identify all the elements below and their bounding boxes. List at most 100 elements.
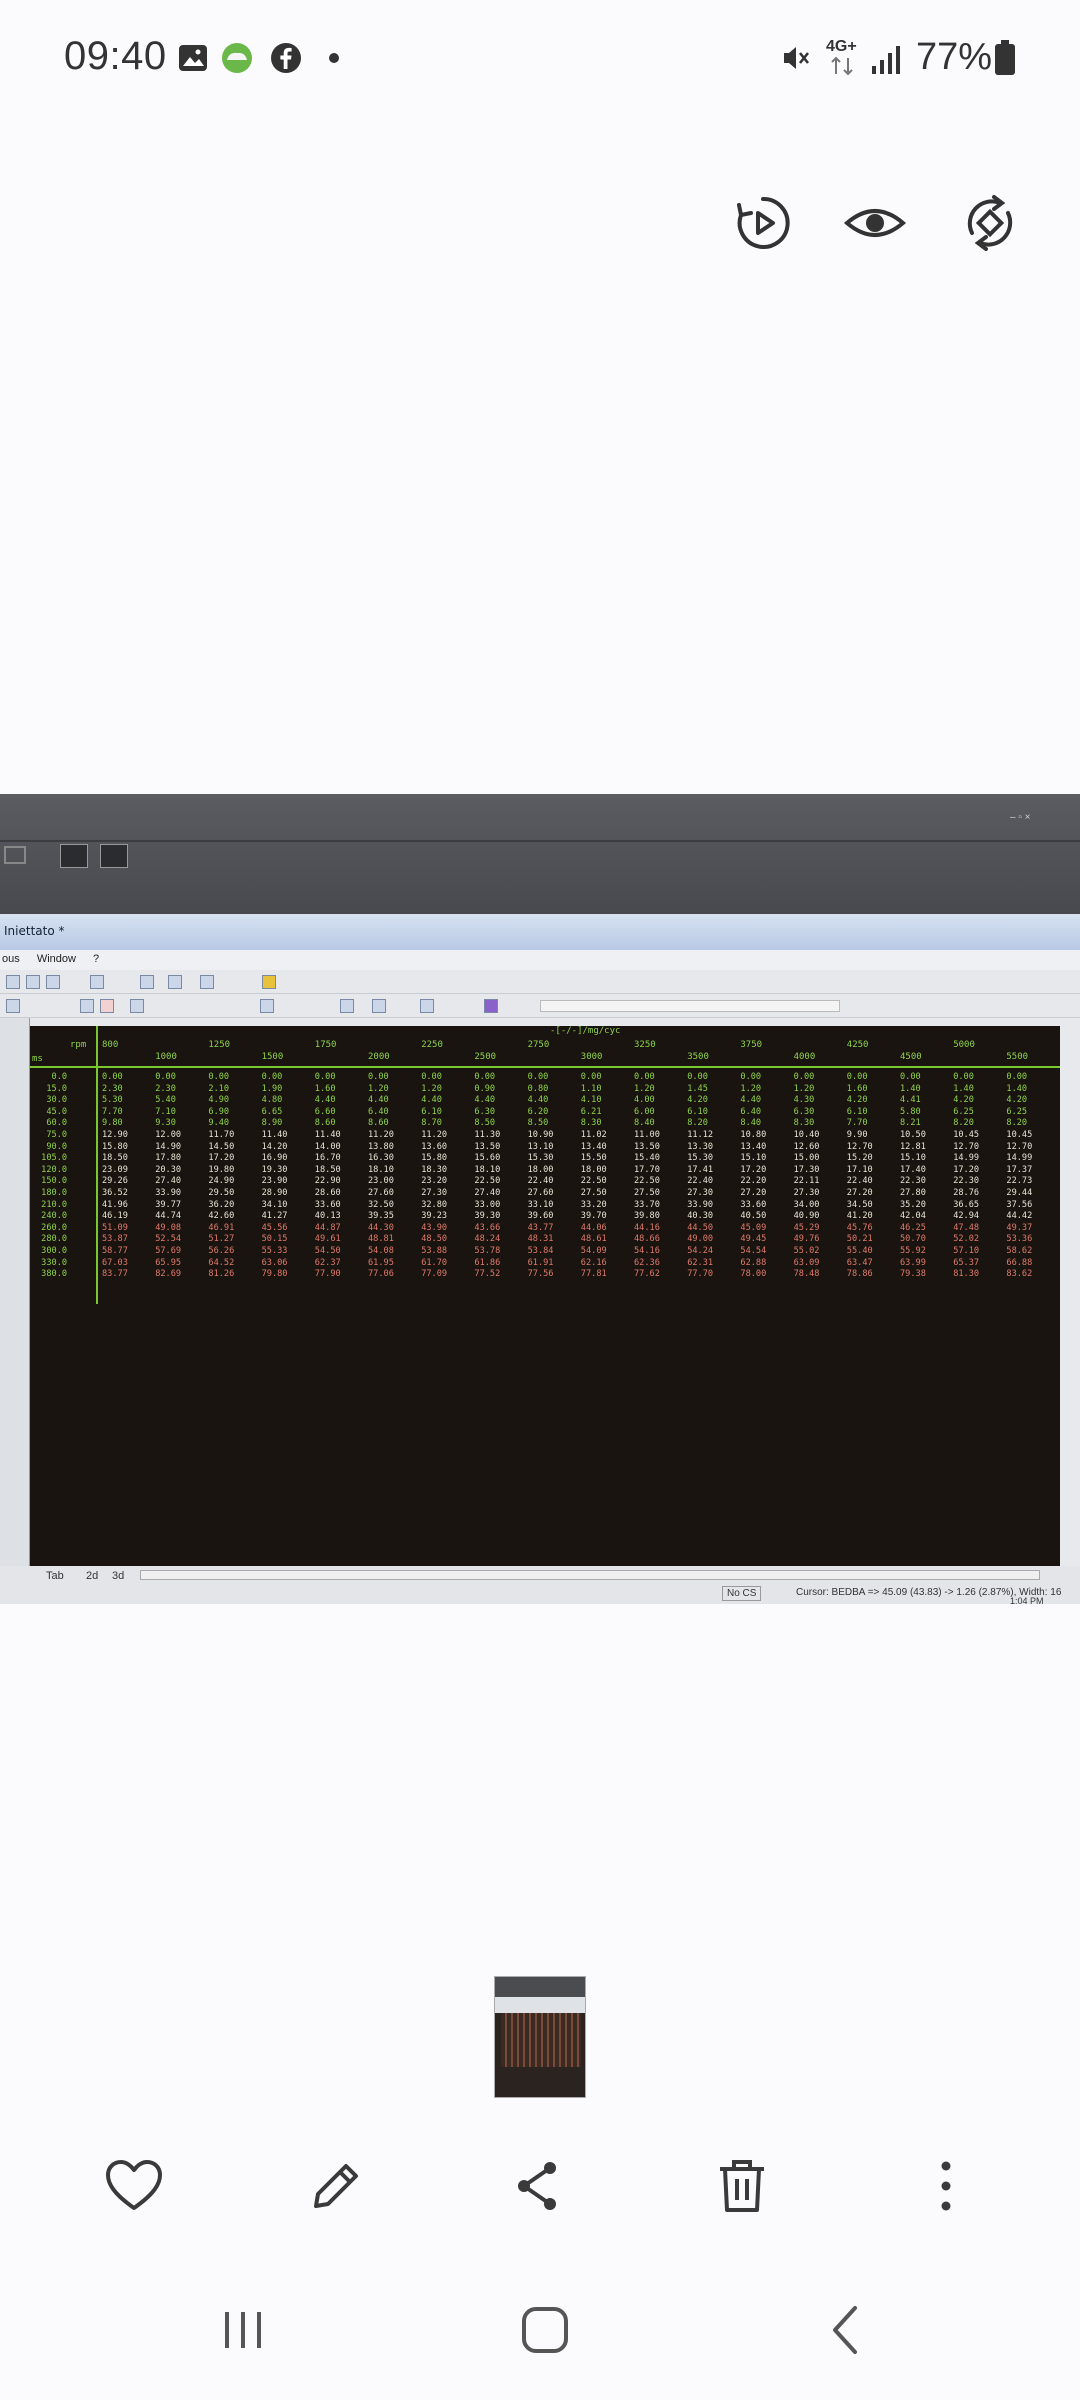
edit-button[interactable] xyxy=(296,2146,376,2226)
table-cell[interactable]: 16.70 xyxy=(315,1153,341,1163)
table-cell[interactable]: 44.50 xyxy=(687,1223,713,1233)
table-cell[interactable]: 18.10 xyxy=(368,1165,394,1175)
table-cell[interactable]: 34.00 xyxy=(794,1200,820,1210)
table-cell[interactable]: 14.50 xyxy=(208,1142,234,1152)
table-cell[interactable]: 12.90 xyxy=(102,1130,128,1140)
table-cell[interactable]: 1.20 xyxy=(421,1084,442,1094)
table-cell[interactable]: 24.90 xyxy=(208,1176,234,1186)
table-cell[interactable]: 4.41 xyxy=(900,1095,921,1105)
table-cell[interactable]: 62.88 xyxy=(740,1258,766,1268)
toolbar-button[interactable] xyxy=(484,999,498,1013)
table-cell[interactable]: 4.20 xyxy=(953,1095,974,1105)
table-cell[interactable]: 17.40 xyxy=(900,1165,926,1175)
table-cell[interactable]: 14.00 xyxy=(315,1142,341,1152)
table-cell[interactable]: 6.10 xyxy=(421,1107,442,1117)
table-cell[interactable]: 79.38 xyxy=(900,1269,926,1279)
toolbar-slider[interactable] xyxy=(540,1000,840,1012)
table-cell[interactable]: 11.70 xyxy=(208,1130,234,1140)
table-cell[interactable]: 15.00 xyxy=(794,1153,820,1163)
toolbar-button[interactable] xyxy=(420,999,434,1013)
table-cell[interactable]: 10.90 xyxy=(528,1130,554,1140)
table-cell[interactable]: 45.29 xyxy=(794,1223,820,1233)
tab-2d[interactable]: 2d xyxy=(86,1570,98,1582)
home-button[interactable] xyxy=(500,2290,590,2370)
toolbar-button[interactable] xyxy=(100,999,114,1013)
table-cell[interactable]: 46.91 xyxy=(208,1223,234,1233)
table-cell[interactable]: 4.40 xyxy=(740,1095,761,1105)
table-cell[interactable]: 6.25 xyxy=(953,1107,974,1117)
table-cell[interactable]: 9.80 xyxy=(102,1118,123,1128)
table-cell[interactable]: 23.00 xyxy=(368,1176,394,1186)
table-cell[interactable]: 78.00 xyxy=(740,1269,766,1279)
table-cell[interactable]: 42.04 xyxy=(900,1211,926,1221)
table-cell[interactable]: 1.40 xyxy=(953,1084,974,1094)
table-cell[interactable]: 62.36 xyxy=(634,1258,660,1268)
table-cell[interactable]: 54.09 xyxy=(581,1246,607,1256)
table-cell[interactable]: 55.02 xyxy=(794,1246,820,1256)
tab-3d[interactable]: 3d xyxy=(112,1570,124,1582)
table-cell[interactable]: 36.65 xyxy=(953,1200,979,1210)
toolbar-button[interactable] xyxy=(260,999,274,1013)
photo-image[interactable]: – ▫ × Iniettato * ous Window ? rpm ms -[… xyxy=(0,794,1080,1604)
table-cell[interactable]: 27.50 xyxy=(634,1188,660,1198)
table-cell[interactable]: 4.00 xyxy=(634,1095,655,1105)
table-cell[interactable]: 15.30 xyxy=(687,1153,713,1163)
table-cell[interactable]: 4.40 xyxy=(368,1095,389,1105)
table-cell[interactable]: 13.10 xyxy=(528,1142,554,1152)
table-cell[interactable]: 13.50 xyxy=(634,1142,660,1152)
table-cell[interactable]: 10.45 xyxy=(953,1130,979,1140)
table-cell[interactable]: 11.20 xyxy=(421,1130,447,1140)
menu-item[interactable]: Window xyxy=(37,953,76,965)
table-cell[interactable]: 11.40 xyxy=(262,1130,288,1140)
table-cell[interactable]: 39.23 xyxy=(421,1211,447,1221)
table-cell[interactable]: 22.50 xyxy=(474,1176,500,1186)
table-cell[interactable]: 40.50 xyxy=(740,1211,766,1221)
table-cell[interactable]: 49.61 xyxy=(315,1234,341,1244)
table-cell[interactable]: 45.76 xyxy=(847,1223,873,1233)
table-cell[interactable]: 4.40 xyxy=(421,1095,442,1105)
table-cell[interactable]: 19.30 xyxy=(262,1165,288,1175)
table-cell[interactable]: 0.00 xyxy=(953,1072,974,1082)
table-cell[interactable]: 48.31 xyxy=(528,1234,554,1244)
table-cell[interactable]: 48.24 xyxy=(474,1234,500,1244)
table-cell[interactable]: 17.20 xyxy=(953,1165,979,1175)
table-cell[interactable]: 50.21 xyxy=(847,1234,873,1244)
table-cell[interactable]: 57.10 xyxy=(953,1246,979,1256)
table-cell[interactable]: 27.30 xyxy=(687,1188,713,1198)
table-cell[interactable]: 33.90 xyxy=(687,1200,713,1210)
table-cell[interactable]: 8.20 xyxy=(687,1118,708,1128)
table-cell[interactable]: 10.80 xyxy=(740,1130,766,1140)
table-cell[interactable]: 18.50 xyxy=(315,1165,341,1175)
table-cell[interactable]: 36.20 xyxy=(208,1200,234,1210)
table-cell[interactable]: 15.60 xyxy=(474,1153,500,1163)
menu-item[interactable]: ? xyxy=(93,953,99,965)
table-cell[interactable]: 11.20 xyxy=(368,1130,394,1140)
table-cell[interactable]: 0.00 xyxy=(1006,1072,1027,1082)
toolbar-button[interactable] xyxy=(168,975,182,989)
table-cell[interactable]: 81.30 xyxy=(953,1269,979,1279)
table-cell[interactable]: 33.60 xyxy=(740,1200,766,1210)
rotate-button[interactable] xyxy=(955,188,1025,258)
table-cell[interactable]: 43.90 xyxy=(421,1223,447,1233)
table-cell[interactable]: 58.77 xyxy=(102,1246,128,1256)
table-cell[interactable]: 8.40 xyxy=(634,1118,655,1128)
table-cell[interactable]: 54.50 xyxy=(315,1246,341,1256)
table-cell[interactable]: 17.20 xyxy=(208,1153,234,1163)
table-cell[interactable]: 79.80 xyxy=(262,1269,288,1279)
table-cell[interactable]: 0.00 xyxy=(740,1072,761,1082)
table-cell[interactable]: 15.40 xyxy=(634,1153,660,1163)
table-cell[interactable]: 22.40 xyxy=(847,1176,873,1186)
table-cell[interactable]: 54.08 xyxy=(368,1246,394,1256)
table-cell[interactable]: 34.10 xyxy=(262,1200,288,1210)
table-cell[interactable]: 77.62 xyxy=(634,1269,660,1279)
table-cell[interactable]: 17.10 xyxy=(847,1165,873,1175)
table-cell[interactable]: 22.50 xyxy=(634,1176,660,1186)
back-button[interactable] xyxy=(800,2290,890,2370)
table-cell[interactable]: 1.40 xyxy=(1006,1084,1027,1094)
table-cell[interactable]: 23.20 xyxy=(421,1176,447,1186)
table-cell[interactable]: 8.70 xyxy=(421,1118,442,1128)
table-cell[interactable]: 57.69 xyxy=(155,1246,181,1256)
table-cell[interactable]: 48.81 xyxy=(368,1234,394,1244)
table-cell[interactable]: 22.11 xyxy=(794,1176,820,1186)
table-cell[interactable]: 8.60 xyxy=(315,1118,336,1128)
